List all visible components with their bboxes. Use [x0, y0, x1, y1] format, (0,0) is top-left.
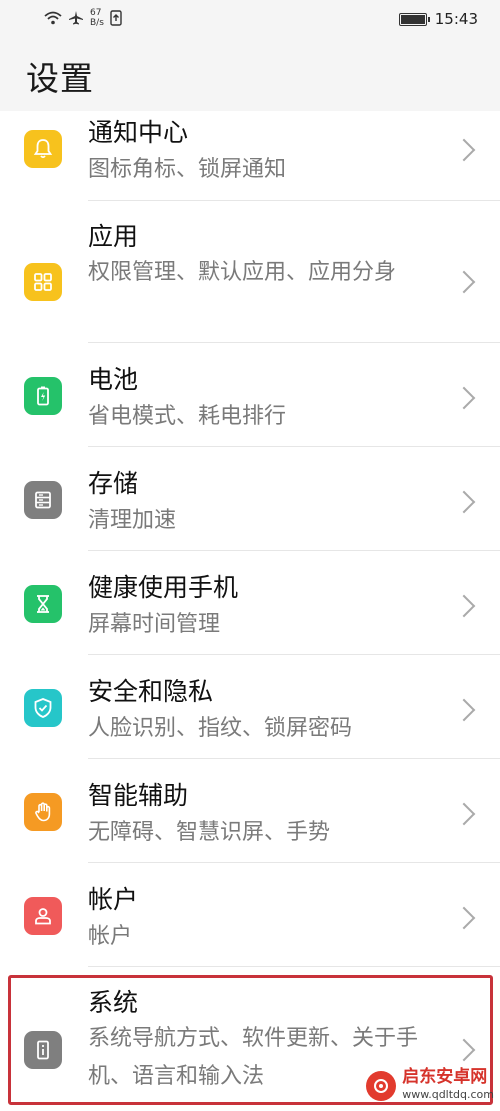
- status-right: 15:43: [398, 10, 478, 28]
- item-title: 系统: [88, 988, 139, 1017]
- speed-unit: B/s: [90, 18, 104, 28]
- item-subtitle: 权限管理、默认应用、应用分身: [88, 260, 397, 285]
- wifi-icon: [44, 11, 62, 25]
- watermark-logo-icon: [366, 1071, 397, 1101]
- chevron-right-icon: [452, 386, 476, 410]
- item-title: 帐户: [88, 885, 139, 914]
- speed-value: 67: [90, 8, 102, 18]
- item-subtitle: 人脸识别、指纹、锁屏密码: [88, 716, 353, 741]
- hourglass-icon: [24, 585, 62, 623]
- settings-item-smart-assistance[interactable]: 智能辅助 无障碍、智慧识屏、手势: [0, 759, 500, 863]
- watermark: 启东安卓网 www.qdltdq.com: [366, 1068, 494, 1104]
- settings-item-digital-balance[interactable]: 健康使用手机 屏幕时间管理: [0, 551, 500, 655]
- chevron-right-icon: [452, 490, 476, 514]
- airplane-icon: [69, 11, 83, 25]
- item-title: 通知中心: [88, 118, 189, 147]
- settings-item-battery[interactable]: 电池 省电模式、耗电排行: [0, 343, 500, 447]
- item-subtitle: 屏幕时间管理: [88, 612, 221, 637]
- item-subtitle: 清理加速: [88, 508, 177, 533]
- upload-notification-icon: [110, 10, 122, 26]
- chevron-right-icon: [452, 698, 476, 722]
- item-subtitle: 省电模式、耗电排行: [88, 404, 287, 429]
- status-bar: 67 B/s 15:43: [0, 0, 500, 38]
- watermark-url: www.qdltdq.com: [402, 1088, 494, 1101]
- settings-item-notifications[interactable]: 通知中心 图标角标、锁屏通知: [0, 111, 500, 201]
- page-title: 设置: [26, 59, 94, 98]
- item-title: 安全和隐私: [88, 677, 214, 706]
- item-title: 智能辅助: [88, 781, 189, 810]
- page-header: 设置: [0, 38, 500, 111]
- watermark-name: 启东安卓网: [402, 1067, 488, 1087]
- item-title: 健康使用手机: [88, 573, 239, 602]
- item-title: 应用: [88, 222, 139, 251]
- item-subtitle: 帐户: [88, 924, 133, 949]
- storage-icon: [24, 481, 62, 519]
- battery-icon: [24, 377, 62, 415]
- item-title: 存储: [88, 469, 139, 498]
- settings-item-apps[interactable]: 应用 权限管理、默认应用、应用分身: [0, 201, 500, 343]
- chevron-right-icon: [452, 906, 476, 930]
- item-subtitle: 无障碍、智慧识屏、手势: [88, 820, 331, 845]
- hand-icon: [24, 793, 62, 831]
- chevron-right-icon: [452, 802, 476, 826]
- shield-check-icon: [24, 689, 62, 727]
- status-left: 67 B/s: [44, 8, 122, 28]
- settings-item-storage[interactable]: 存储 清理加速: [0, 447, 500, 551]
- chevron-right-icon: [452, 1038, 476, 1062]
- chevron-right-icon: [452, 594, 476, 618]
- info-phone-icon: [24, 1031, 62, 1069]
- settings-item-accounts[interactable]: 帐户 帐户: [0, 863, 500, 967]
- clock: 15:43: [434, 10, 478, 28]
- watermark-text: 启东安卓网 www.qdltdq.com: [402, 1068, 494, 1104]
- chevron-right-icon: [452, 138, 476, 162]
- network-speed: 67 B/s: [90, 8, 104, 28]
- apps-grid-icon: [24, 263, 62, 301]
- settings-item-security-privacy[interactable]: 安全和隐私 人脸识别、指纹、锁屏密码: [0, 655, 500, 759]
- battery-status-icon: [398, 12, 430, 26]
- item-title: 电池: [88, 365, 139, 394]
- chevron-right-icon: [452, 270, 476, 294]
- item-subtitle: 图标角标、锁屏通知: [88, 157, 287, 182]
- person-icon: [24, 897, 62, 935]
- bell-icon: [24, 130, 62, 168]
